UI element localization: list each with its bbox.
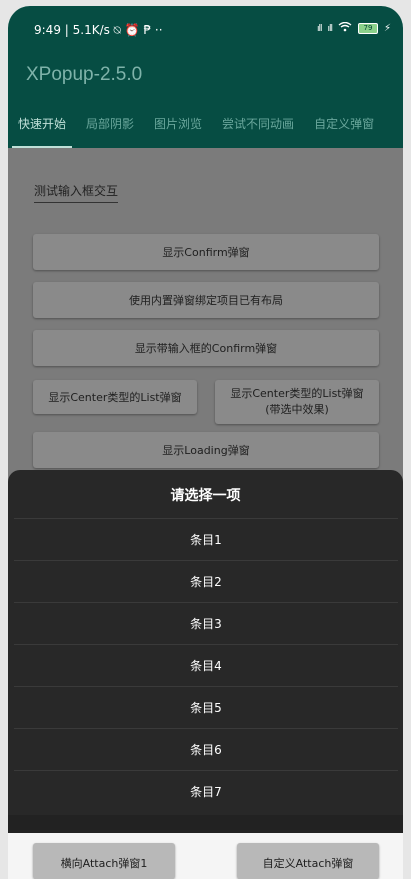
attach-horizontal-button[interactable]: 横向Attach弹窗1	[33, 843, 175, 879]
test-input-link[interactable]: 测试输入框交互	[34, 182, 119, 203]
center-list-checked-line2: (带选中效果)	[265, 403, 329, 416]
screen: 9:49 | 5.1K/s ⍉ ⏰ ₱ ·· ıll ıll 79 ⚡ XPop…	[0, 0, 411, 879]
center-list-checked-button[interactable]: 显示Center类型的List弹窗 (带选中效果)	[215, 380, 379, 424]
bind-layout-button[interactable]: 使用内置弹窗绑定项目已有布局	[33, 282, 379, 318]
app-screen: 9:49 | 5.1K/s ⍉ ⏰ ₱ ·· ıll ıll 79 ⚡ XPop…	[8, 6, 403, 879]
list-item[interactable]: 条目3	[14, 602, 398, 644]
tab-animations[interactable]: 尝试不同动画	[212, 104, 304, 148]
list-item[interactable]: 条目5	[14, 686, 398, 728]
battery-icon: 79	[357, 23, 378, 34]
list-item[interactable]: 条目7	[14, 770, 398, 812]
status-right: ıll ıll 79 ⚡	[316, 21, 391, 35]
status-bar: 9:49 | 5.1K/s ⍉ ⏰ ₱ ·· ıll ıll 79 ⚡	[8, 6, 403, 56]
center-list-checked-line1: 显示Center类型的List弹窗	[230, 387, 364, 400]
bottom-list-sheet: 请选择一项 条目1 条目2 条目3 条目4 条目5 条目6 条目7	[8, 470, 403, 833]
wifi-icon	[338, 21, 352, 35]
signal-icon: ıll	[316, 23, 322, 34]
center-list-button[interactable]: 显示Center类型的List弹窗	[33, 380, 197, 414]
list-item[interactable]: 条目6	[14, 728, 398, 770]
sheet-title: 请选择一项	[170, 488, 241, 504]
signal-icon-2: ıll	[327, 23, 332, 34]
loading-button[interactable]: 显示Loading弹窗	[33, 432, 379, 468]
app-bar: XPopup-2.5.0	[8, 56, 403, 104]
tab-local-shadow[interactable]: 局部阴影	[76, 104, 144, 148]
list-item[interactable]: 条目4	[14, 644, 398, 686]
tab-bar: 快速开始 局部阴影 图片浏览 尝试不同动画 自定义弹窗	[8, 104, 403, 148]
tab-custom-popup[interactable]: 自定义弹窗	[304, 104, 384, 148]
tab-quick-start[interactable]: 快速开始	[8, 104, 76, 148]
input-confirm-button[interactable]: 显示带输入框的Confirm弹窗	[33, 330, 379, 366]
confirm-button[interactable]: 显示Confirm弹窗	[33, 234, 379, 270]
sheet-list: 条目1 条目2 条目3 条目4 条目5 条目6 条目7	[14, 518, 398, 812]
status-left-text: 9:49 | 5.1K/s ⍉ ⏰ ₱ ··	[34, 23, 163, 37]
custom-attach-button[interactable]: 自定义Attach弹窗	[237, 843, 379, 879]
tab-image-viewer[interactable]: 图片浏览	[144, 104, 212, 148]
sheet-footer	[8, 815, 403, 833]
app-title: XPopup-2.5.0	[26, 64, 143, 85]
list-item[interactable]: 条目2	[14, 560, 398, 602]
charging-icon: ⚡	[383, 23, 391, 34]
list-item[interactable]: 条目1	[14, 518, 398, 560]
bottom-area: 横向Attach弹窗1 自定义Attach弹窗	[8, 833, 403, 879]
